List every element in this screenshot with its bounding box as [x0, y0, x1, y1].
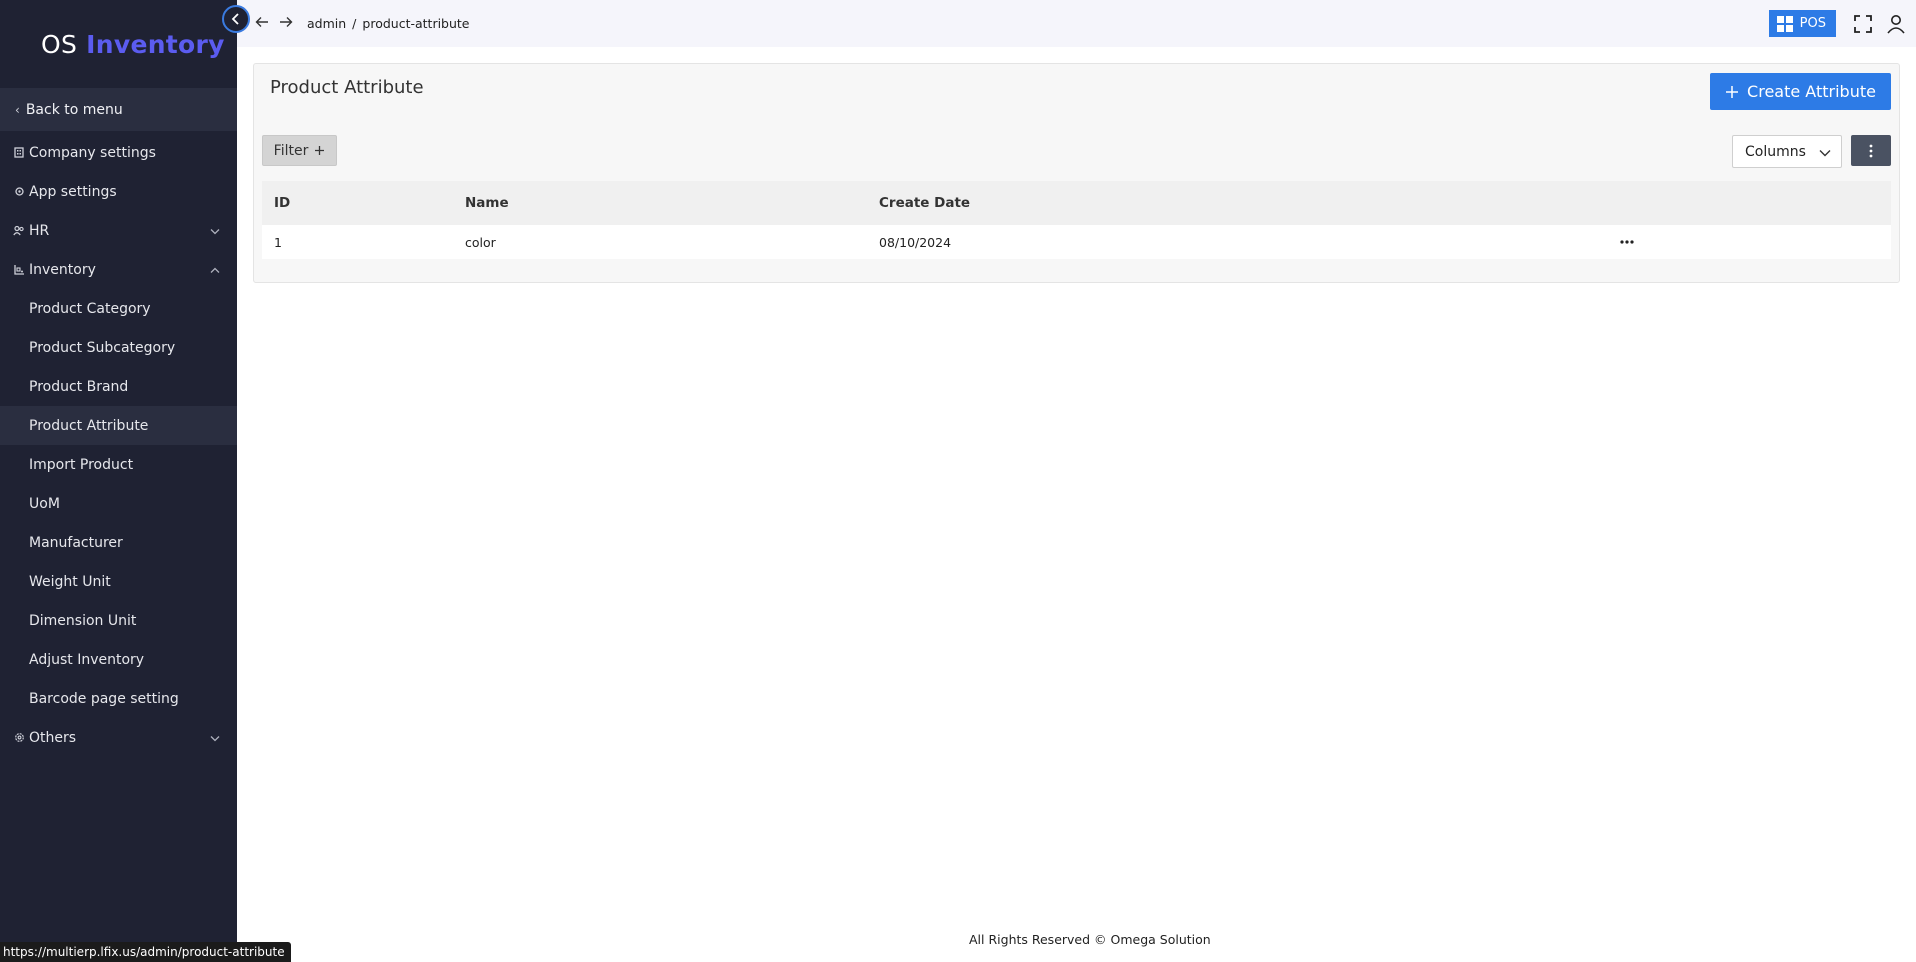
fullscreen-icon[interactable] — [1854, 14, 1872, 33]
back-to-menu[interactable]: ‹ Back to menu — [0, 88, 237, 131]
sidebar-collapse-button[interactable] — [222, 5, 250, 33]
inventory-icon — [13, 264, 25, 276]
create-attribute-button[interactable]: Create Attribute — [1710, 73, 1891, 110]
columns-label: Columns — [1745, 143, 1806, 160]
user-icon[interactable] — [1886, 14, 1906, 34]
chevron-down-icon — [1819, 145, 1831, 161]
plus-icon — [314, 141, 325, 160]
status-bar-url: https://multierp.lfix.us/admin/product-a… — [0, 942, 291, 962]
topbar-actions: POS — [1768, 0, 1916, 47]
column-header-create-date[interactable]: Create Date — [879, 195, 1612, 211]
table-header: ID Name Create Date — [262, 181, 1891, 225]
filter-button[interactable]: Filter — [262, 135, 337, 166]
pos-label: POS — [1799, 16, 1826, 31]
pos-button[interactable]: POS — [1768, 10, 1836, 37]
sidebar-item-company-settings[interactable]: Company settings — [0, 133, 237, 172]
sidebar-item-product-subcategory[interactable]: Product Subcategory — [0, 328, 237, 367]
sidebar-item-label: App settings — [29, 183, 117, 200]
chevron-left-icon — [231, 13, 239, 25]
breadcrumb-admin[interactable]: admin — [307, 16, 346, 31]
sidebar-item-others[interactable]: Others — [0, 718, 237, 757]
sidebar-item-weight-unit[interactable]: Weight Unit — [0, 562, 237, 601]
cell-id: 1 — [274, 234, 282, 250]
sidebar-item-inventory[interactable]: Inventory — [0, 250, 237, 289]
forward-arrow-icon[interactable] — [279, 16, 293, 32]
sidebar-item-label: HR — [29, 222, 50, 239]
create-attribute-label: Create Attribute — [1747, 82, 1876, 101]
gear-icon — [13, 186, 25, 198]
sidebar-item-app-settings[interactable]: App settings — [0, 172, 237, 211]
more-options-button[interactable] — [1851, 135, 1891, 166]
sidebar-item-label: Company settings — [29, 144, 156, 161]
sidebar-item-barcode-page-setting[interactable]: Barcode page setting — [0, 679, 237, 718]
chevron-up-icon — [210, 263, 220, 276]
sidebar-item-label: Others — [29, 729, 77, 746]
footer-copyright: All Rights Reserved © Omega Solution — [969, 932, 1211, 947]
kebab-menu-icon — [1869, 144, 1873, 157]
breadcrumb: admin / product-attribute — [307, 16, 470, 31]
cell-create-date: 08/10/2024 — [879, 234, 952, 250]
page-title: Product Attribute — [270, 77, 424, 98]
building-icon — [13, 147, 25, 159]
sidebar-item-adjust-inventory[interactable]: Adjust Inventory — [0, 640, 237, 679]
chevron-left-icon: ‹ — [15, 102, 20, 117]
attribute-table: ID Name Create Date 1 color 08/10/2024 — [262, 181, 1891, 259]
columns-select[interactable]: Columns — [1732, 135, 1842, 168]
sidebar-item-label: Inventory — [29, 261, 96, 278]
back-arrow-icon[interactable] — [255, 16, 269, 32]
history-nav — [255, 16, 293, 32]
sidebar-item-manufacturer[interactable]: Manufacturer — [0, 523, 237, 562]
breadcrumb-current: product-attribute — [362, 16, 470, 31]
plus-icon — [1725, 80, 1739, 104]
logo-brand: Inventory — [86, 29, 225, 59]
table-row[interactable]: 1 color 08/10/2024 — [262, 225, 1891, 259]
sidebar-item-product-category[interactable]: Product Category — [0, 289, 237, 328]
sidebar-menu: Company settings App settings HR Invento… — [0, 131, 237, 757]
chevron-down-icon — [210, 224, 220, 237]
sidebar-item-product-attribute[interactable]: Product Attribute — [0, 406, 237, 445]
filter-label: Filter — [273, 142, 309, 159]
sidebar-item-uom[interactable]: UoM — [0, 484, 237, 523]
ellipsis-icon — [1620, 240, 1634, 244]
attribute-panel: Product Attribute Create Attribute Filte… — [253, 63, 1900, 283]
app-logo[interactable]: OS Inventory — [0, 0, 237, 88]
sidebar: OS Inventory ‹ Back to menu Company sett… — [0, 0, 237, 962]
row-actions-button[interactable] — [1612, 240, 1642, 244]
chevron-down-icon — [210, 731, 220, 744]
cell-name: color — [465, 234, 496, 250]
sidebar-item-dimension-unit[interactable]: Dimension Unit — [0, 601, 237, 640]
logo-prefix: OS — [41, 29, 78, 59]
back-to-menu-label: Back to menu — [25, 101, 123, 118]
grid-icon — [1776, 15, 1793, 32]
breadcrumb-separator: / — [352, 16, 357, 31]
topbar: admin / product-attribute POS — [237, 0, 1916, 47]
sidebar-item-hr[interactable]: HR — [0, 211, 237, 250]
people-icon — [13, 225, 25, 237]
sidebar-item-product-brand[interactable]: Product Brand — [0, 367, 237, 406]
column-header-name[interactable]: Name — [465, 195, 879, 211]
column-header-id[interactable]: ID — [262, 195, 465, 211]
sidebar-item-import-product[interactable]: Import Product — [0, 445, 237, 484]
gear-icon — [13, 732, 25, 744]
